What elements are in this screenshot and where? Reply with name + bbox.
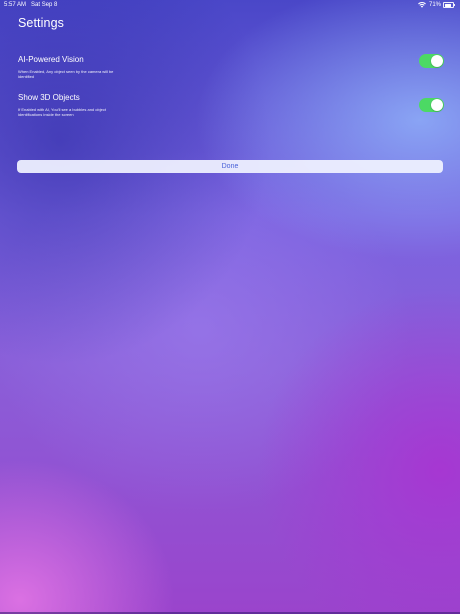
done-button[interactable]: Done [17,160,443,173]
show-3d-objects-toggle[interactable] [419,98,444,112]
toggle-knob [431,99,443,111]
status-bar-left: 5:57 AM Sat Sep 8 [4,0,57,10]
setting-title: Show 3D Objects [18,93,80,102]
page-title: Settings [18,16,64,30]
setting-description: When Enabled, Any object seen by the cam… [18,69,114,79]
setting-title: AI-Powered Vision [18,55,84,64]
ai-vision-toggle[interactable] [419,54,444,68]
status-time: 5:57 AM [4,2,27,8]
battery-icon [443,2,455,8]
wifi-icon [418,2,426,8]
status-bar: 5:57 AM Sat Sep 8 71% [0,0,460,10]
battery-level [444,3,451,7]
status-date: Sat Sep 8 [31,2,58,8]
toggle-knob [431,55,443,67]
status-bar-right: 71% [418,0,455,10]
battery-percentage: 71% [428,2,441,8]
setting-description: If Enabled with AI, You'll see a bubbles… [18,107,106,117]
settings-screen: 5:57 AM Sat Sep 8 71% Settings AI-Powered… [0,0,460,614]
